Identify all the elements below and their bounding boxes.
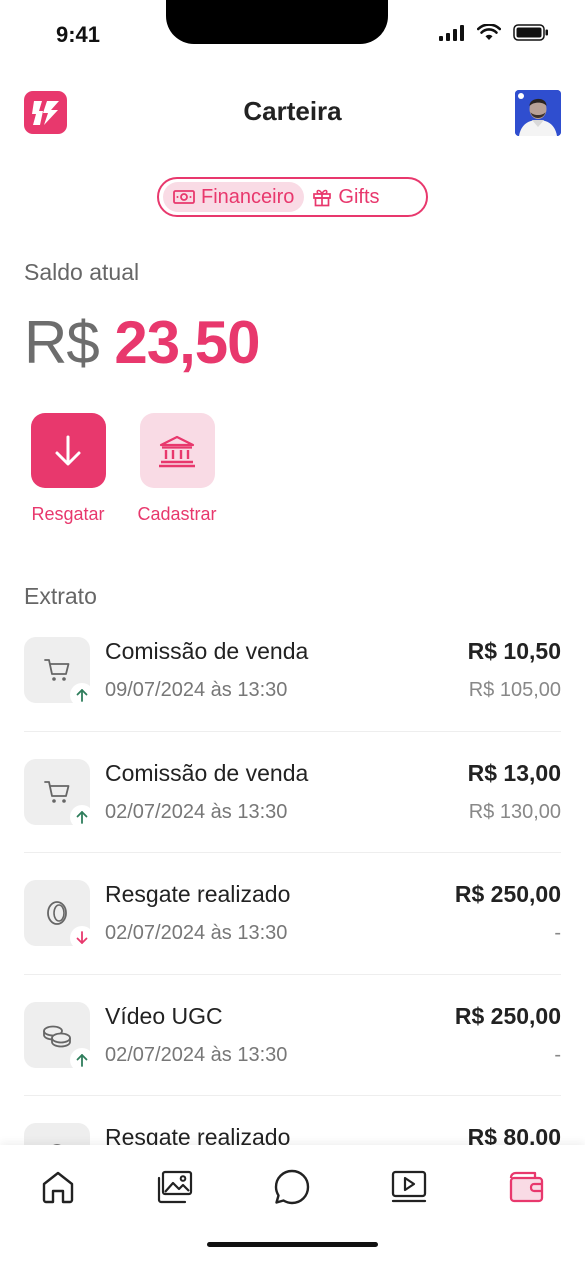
transaction-title: Vídeo UGC: [105, 1002, 223, 1029]
cadastrar-label: Cadastrar: [137, 504, 217, 524]
transaction-date: 09/07/2024 às 13:30: [105, 679, 288, 701]
nav-wallet[interactable]: [501, 1165, 551, 1209]
transaction-date: 02/07/2024 às 13:30: [105, 800, 288, 823]
transaction-title: Comissão de venda: [105, 638, 309, 664]
cart-icon: [44, 780, 70, 803]
resgatar-label: Resgatar: [31, 504, 105, 524]
cart-icon: [44, 659, 70, 681]
chat-icon: [274, 1169, 310, 1205]
wifi-icon: [477, 24, 501, 40]
transaction-icon-box: [24, 1001, 94, 1072]
header: Carteira: [0, 88, 585, 138]
bank-icon: [159, 435, 195, 467]
wallet-icon: [509, 1171, 544, 1203]
balance-amount: R$ 23,50: [24, 303, 261, 383]
signal-icon: [439, 24, 464, 41]
list-item[interactable]: Resgate realizado 02/07/2024 às 13:30 R$…: [24, 853, 561, 975]
arrow-up-icon: [76, 1053, 88, 1067]
resgatar-button[interactable]: [30, 413, 106, 488]
arrow-up-icon: [76, 810, 88, 824]
transaction-title: Comissão de venda: [105, 759, 309, 786]
transaction-sale-value: -: [554, 1043, 561, 1066]
transaction-sale-value: -: [554, 922, 561, 944]
transaction-title: Resgate realizado: [105, 881, 291, 907]
transaction-amount: R$ 10,50: [467, 638, 561, 664]
resgatar-action: Resgatar: [23, 413, 113, 525]
transaction-icon-box: [24, 758, 94, 829]
nav-video[interactable]: [384, 1165, 434, 1209]
nav-gallery[interactable]: [150, 1165, 200, 1209]
bottom-nav: [0, 1145, 585, 1266]
direction-down-badge: [70, 926, 94, 950]
money-icon: [173, 190, 195, 204]
avatar[interactable]: [515, 90, 561, 136]
battery-icon: [513, 24, 548, 41]
gift-icon: [313, 189, 332, 207]
direction-up-badge: [70, 683, 94, 707]
transaction-amount: R$ 13,00: [467, 759, 561, 786]
balance-currency: R$: [24, 309, 100, 376]
cadastrar-action: Cadastrar: [132, 413, 222, 525]
list-item[interactable]: Comissão de venda 09/07/2024 às 13:30 R$…: [24, 610, 561, 732]
list-item[interactable]: Comissão de venda 02/07/2024 às 13:30 R$…: [24, 732, 561, 853]
page-title: Carteira: [243, 96, 342, 126]
balance-value: 23,50: [114, 309, 260, 376]
transaction-sale-value: R$ 130,00: [468, 800, 561, 823]
transaction-amount: R$ 250,00: [454, 1002, 561, 1029]
status-bar: 9:41: [0, 0, 585, 70]
direction-up-badge: [70, 1047, 94, 1072]
nav-chat[interactable]: [267, 1165, 317, 1209]
tab-financeiro[interactable]: Financeiro: [163, 182, 305, 212]
status-icons: [439, 24, 549, 41]
transaction-sale-value: R$ 105,00: [468, 679, 561, 701]
cadastrar-button[interactable]: [139, 413, 215, 488]
coins-icon: [43, 1025, 71, 1047]
balance-label: Saldo atual: [24, 259, 140, 285]
wallet-tabs: Financeiro Gifts: [157, 177, 428, 217]
transaction-date: 02/07/2024 às 13:30: [105, 922, 288, 944]
transaction-icon-box: [24, 880, 94, 950]
device-notch: [166, 0, 388, 44]
video-icon: [391, 1170, 427, 1203]
home-indicator: [207, 1242, 378, 1247]
extrato-list: Comissão de venda 09/07/2024 às 13:30 R$…: [24, 610, 561, 1218]
list-item[interactable]: Vídeo UGC 02/07/2024 às 13:30 R$ 250,00 …: [24, 975, 561, 1096]
transaction-date: 02/07/2024 às 13:30: [105, 1043, 288, 1066]
gallery-icon: [157, 1170, 193, 1204]
arrow-down-icon: [55, 435, 81, 465]
transaction-amount: R$ 250,00: [454, 881, 561, 907]
tab-gifts[interactable]: Gifts: [304, 182, 387, 212]
status-time: 9:41: [56, 22, 101, 47]
avatar-photo: [515, 90, 561, 136]
arrow-up-icon: [76, 689, 88, 702]
nav-home[interactable]: [33, 1165, 83, 1209]
coin-icon: [47, 901, 67, 925]
direction-up-badge: [70, 804, 94, 829]
extrato-title: Extrato: [24, 583, 97, 609]
transaction-icon-box: [24, 637, 94, 707]
tab-financeiro-label: Financeiro: [201, 185, 295, 208]
tab-gifts-label: Gifts: [338, 185, 380, 208]
home-icon: [42, 1171, 74, 1204]
arrow-down-icon: [76, 931, 88, 944]
